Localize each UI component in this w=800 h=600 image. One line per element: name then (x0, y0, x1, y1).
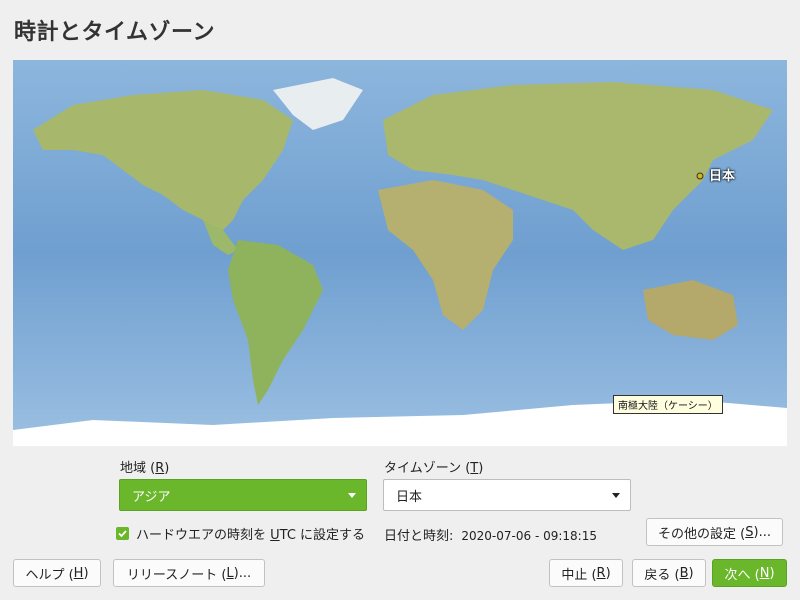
datetime-display: 日付と時刻: 2020-07-06 - 09:18:15 (384, 525, 597, 544)
release-notes-button[interactable]: リリースノート (L)... (113, 559, 265, 587)
city-label-japan: 日本 (709, 169, 736, 184)
timezone-dropdown[interactable]: 日本 (383, 479, 631, 511)
checkmark-icon (118, 530, 127, 538)
chevron-down-icon (348, 493, 356, 498)
datetime-value: 2020-07-06 - 09:18:15 (461, 529, 597, 543)
next-button[interactable]: 次へ (N) (712, 559, 787, 587)
other-settings-button[interactable]: その他の設定 (S)... (646, 518, 783, 546)
region-label: 地域 (R) (120, 461, 170, 476)
timezone-value: 日本 (396, 489, 423, 505)
help-button[interactable]: ヘルプ (H) (13, 559, 101, 587)
hwclock-utc-checkbox-row[interactable]: ハードウエアの時刻を UTC に設定する (116, 524, 365, 543)
region-dropdown[interactable]: アジア (119, 479, 367, 511)
timezone-label: タイムゾーン (T) (384, 461, 484, 476)
hwclock-utc-label: ハードウエアの時刻を UTC に設定する (136, 528, 366, 543)
abort-button[interactable]: 中止 (R) (549, 559, 623, 587)
world-map[interactable]: 日本 南極大陸（ケーシー） (13, 60, 787, 446)
hwclock-utc-checkbox[interactable] (116, 527, 129, 540)
japan-marker-dot (696, 172, 704, 180)
back-button[interactable]: 戻る (B) (632, 559, 706, 587)
datetime-label: 日付と時刻: (384, 529, 454, 544)
map-tooltip: 南極大陸（ケーシー） (613, 395, 723, 414)
page-title: 時計とタイムゾーン (14, 20, 215, 45)
world-map-image (13, 60, 787, 446)
region-value: アジア (132, 489, 171, 505)
chevron-down-icon (612, 493, 620, 498)
